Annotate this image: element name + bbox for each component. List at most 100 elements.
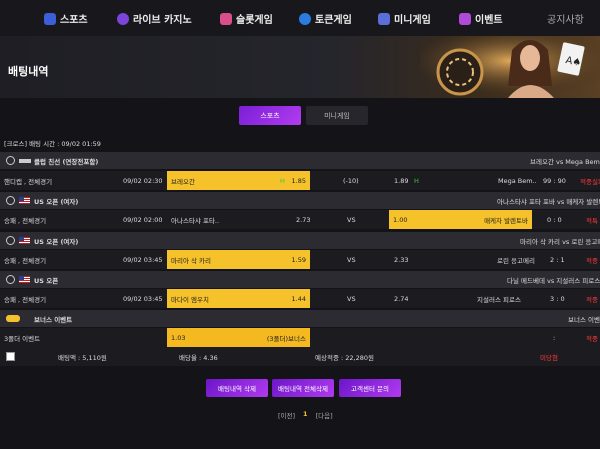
gift-icon [459,12,471,25]
bet-time: 09/02 02:30 [123,176,163,185]
home-odds: 1.59 [291,255,306,264]
bet-type: 핸디캡 , 전체경기 [4,177,53,186]
nav-slot-label: 슬롯게임 [236,15,273,26]
select-checkbox[interactable] [6,352,15,361]
league-header: US 오픈 (여자) 마리아 삭 카리 vs 로린 응고메리 [0,232,600,249]
nav-notice[interactable]: 공지사항 [547,11,584,26]
league-name: US 오픈 [34,276,59,285]
tennis-ball-icon [6,275,15,284]
vs-label: VS [347,255,356,264]
tennis-icon-wrap [6,271,34,288]
contact-support-button[interactable]: 고객센터 문의 [339,379,401,397]
away-odds: 2.74 [394,294,409,303]
slot-icon [220,12,232,25]
tab-sports[interactable]: 스포츠 [239,106,301,125]
score: 0 : 0 [547,215,562,224]
nav-event-label: 이벤트 [475,15,503,26]
match-name: 마리아 삭 카리 vs 로린 응고메리 [520,237,600,246]
nav-mini[interactable]: 미니게임 [378,11,431,26]
away-odds: 1.89 [394,176,409,185]
tennis-ball-icon [6,236,15,245]
delete-all-history-button[interactable]: 배팅내역 전체삭제 [272,379,334,397]
nav-token-label: 토큰게임 [315,15,352,26]
league-name: US 오픈 (여자) [34,237,79,246]
away-odds: 2.33 [394,255,409,264]
win-status: 미당첨 [540,353,558,362]
us-flag-icon [19,237,30,244]
delete-history-button[interactable]: 배팅내역 삭제 [206,379,268,397]
league-header: US 오픈 (여자) 아나스타샤 포타 포바 vs 매케자 발렌토바 [0,192,600,209]
home-team: 아나스타샤 포타.. [171,216,220,225]
soccer-ball-icon [6,156,15,165]
sports-icon [44,12,56,25]
score: : [553,333,556,342]
nav-token[interactable]: 토큰게임 [299,11,352,26]
bet-odds: 배당율 : 4.36 [179,353,218,362]
prev-page-link[interactable]: [이전] [278,410,295,420]
pagination: [이전] 1 [다음] [278,410,333,420]
match-name: 아나스타샤 포타 포바 vs 매케자 발렌토바 [497,197,600,206]
result-status: 적중 [586,256,598,265]
handicap-arrow-icon: H [280,176,285,185]
casino-icon [117,12,129,25]
soccer-icon-wrap [6,152,37,169]
bet-summary: 배팅액 : 5,110원 배당율 : 4.36 예상적중 : 22,280원 미… [0,347,600,366]
bet-type: 승패 , 전체경기 [4,216,47,225]
score: 2 : 1 [550,255,565,264]
bet-type: 승패 , 전체경기 [4,295,47,304]
nav-event[interactable]: 이벤트 [459,11,503,26]
tennis-icon-wrap [6,232,34,249]
result-status: 적중실패 [580,177,600,186]
bonus-row: 3폴더 이벤트 1.03 (3폴더)보너스 : 적중 [0,328,600,347]
away-pick: 1.00 매케자 발렌토바 [389,210,532,229]
home-odds: 1.44 [291,294,306,303]
score: 3 : 0 [550,294,565,303]
bet-amount: 배팅액 : 5,110원 [58,353,107,362]
bet-row: 승패 , 전체경기 09/02 02:00 아나스타샤 포타.. 2.73 VS… [0,210,600,229]
next-page-link[interactable]: [다음] [316,410,333,420]
result-status: 적중 [586,295,598,304]
nav-live-casino-label: 라이브 카지노 [133,15,192,26]
bet-row: 승패 , 전체경기 09/02 03:45 마리아 삭 카리 1.59 VS 2… [0,250,600,269]
page-title: 배팅내역 [8,65,49,78]
token-icon [299,12,311,25]
bonus-label: (3폴더)보너스 [266,334,306,343]
tennis-icon-wrap [6,192,34,209]
bet-row: 핸디캡 , 전체경기 09/02 02:30 브레오간 H 1.85 (-10)… [0,171,600,190]
nav-live-casino[interactable]: 라이브 카지노 [117,11,192,26]
bet-time: 09/02 03:45 [123,294,163,303]
tab-mini-game[interactable]: 미니게임 [306,106,368,125]
nav-sports-label: 스포츠 [60,15,88,26]
handicap-arrow-icon: H [414,176,419,185]
current-page[interactable]: 1 [303,410,308,420]
result-status: 적특 [586,216,598,225]
us-flag-icon [19,276,30,283]
bonus-gift-icon [6,315,20,322]
bonus-pick: 1.03 (3폴더)보너스 [167,328,310,347]
score: 99 : 90 [543,176,566,185]
bonus-odds: 1.03 [171,333,186,342]
nav-sports[interactable]: 스포츠 [44,11,88,26]
away-team: 로린 응고메리 [497,256,535,265]
away-team: Mega Bem.. [498,176,537,185]
home-odds: 1.85 [291,176,306,185]
nav-mini-label: 미니게임 [394,15,431,26]
bonus-header: 보너스 이벤트 보너스 이벤트 [0,310,600,327]
home-team: 브레오간 [171,177,195,186]
home-team: 마리아 삭 카리 [171,256,212,265]
bet-time-label: [크로스] 배팅 시간 : 09/02 01:59 [4,140,101,148]
mini-game-icon [378,12,390,25]
home-pick: 마리아 삭 카리 1.59 [167,250,310,269]
league-flag-icon [19,158,31,163]
home-team: 마다이 엠우치 [171,295,209,304]
vs-label: VS [347,294,356,303]
nav-slot[interactable]: 슬롯게임 [220,11,273,26]
vs-label: VS [347,215,356,224]
bonus-icon-wrap [6,310,20,327]
top-nav: 스포츠 라이브 카지노 슬롯게임 토큰게임 미니게임 이벤트 공지사항 [0,0,600,36]
handicap-value: (-10) [343,176,359,185]
away-odds: 1.00 [393,215,408,224]
bonus-title: 보너스 이벤트 [34,315,73,324]
home-odds: 2.73 [296,215,311,224]
expected-win: 예상적중 : 22,280원 [315,353,374,362]
